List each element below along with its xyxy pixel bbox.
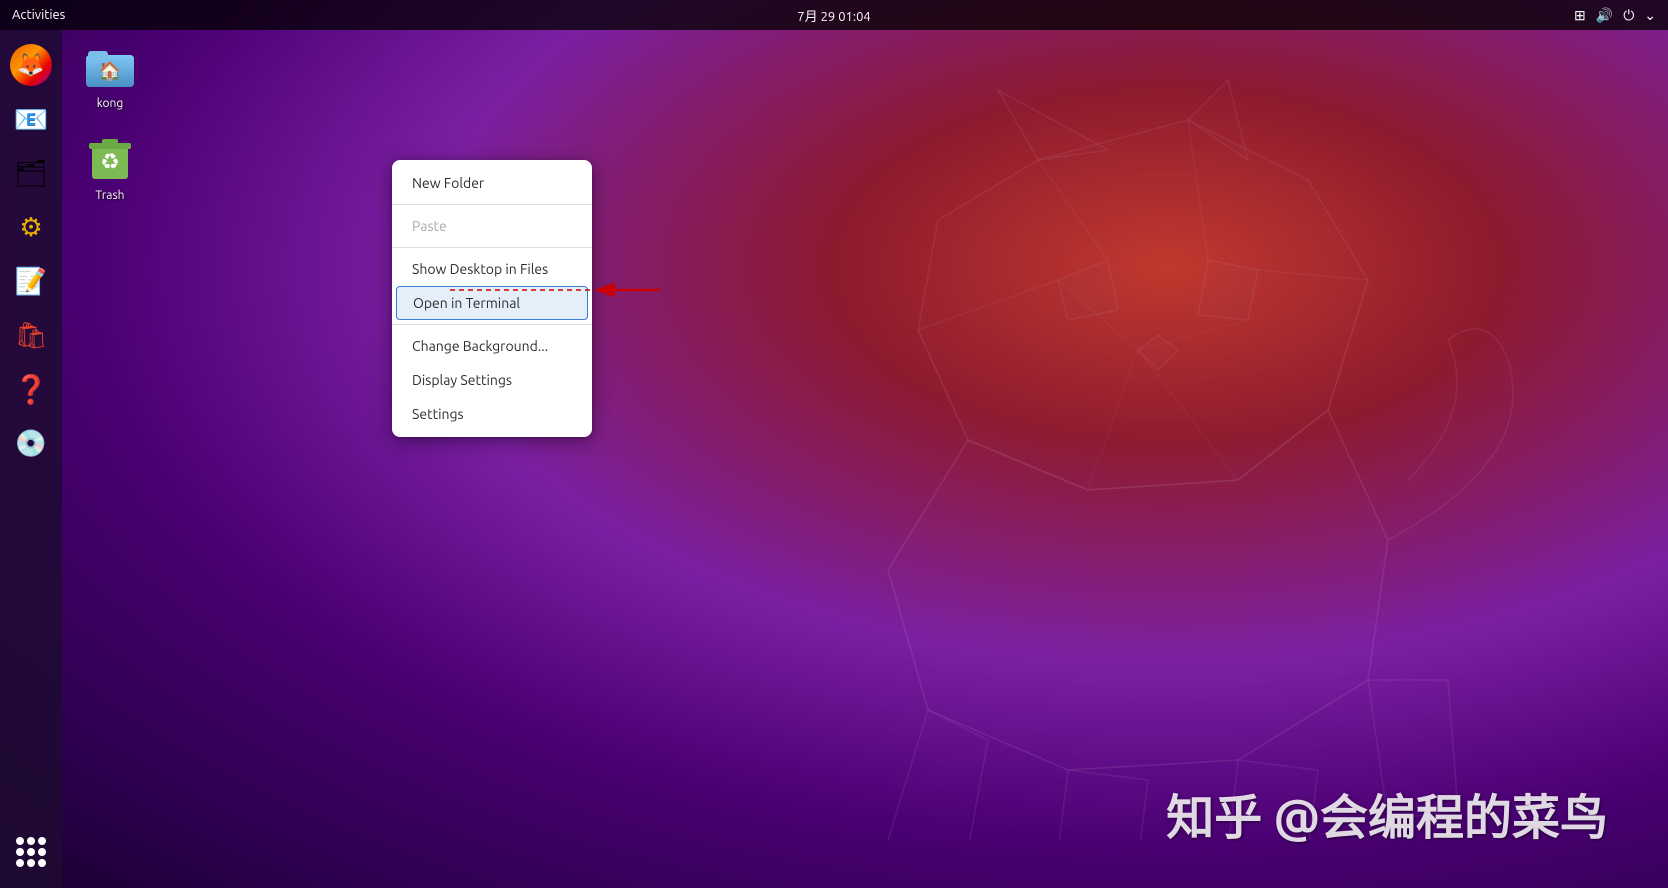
firefox-icon: 🦊 — [10, 44, 52, 86]
writer-icon: 📝 — [15, 266, 47, 297]
context-menu-settings[interactable]: Settings — [392, 397, 592, 431]
activities-button[interactable]: Activities — [12, 8, 65, 22]
context-menu-display-settings[interactable]: Display Settings — [392, 363, 592, 397]
topbar-datetime[interactable]: 7月 29 01:04 — [797, 6, 870, 25]
svg-text:🏠: 🏠 — [99, 61, 121, 81]
app-grid-button[interactable] — [9, 830, 53, 874]
email-icon: 📧 — [14, 103, 49, 136]
separator-3 — [392, 324, 592, 325]
volume-icon[interactable]: 🔊 — [1596, 7, 1613, 24]
svg-text:♻: ♻ — [100, 149, 120, 174]
home-folder-icon: 🏠 — [84, 40, 136, 92]
sidebar-item-help[interactable]: ❓ — [8, 366, 54, 412]
sound-icon: ⚙ — [19, 212, 42, 243]
sidebar-item-writer[interactable]: 📝 — [8, 258, 54, 304]
grid-dots-icon — [16, 837, 46, 867]
trash-label: Trash — [95, 188, 124, 204]
change-background-label: Change Background... — [412, 338, 548, 354]
new-folder-label: New Folder — [412, 175, 484, 191]
desktop-icon-kong[interactable]: 🏠 kong — [70, 40, 150, 112]
sidebar-item-firefox[interactable]: 🦊 — [8, 42, 54, 88]
separator-2 — [392, 247, 592, 248]
paste-label: Paste — [412, 218, 447, 234]
dvd-icon: 💿 — [15, 428, 47, 459]
desktop-icon-trash[interactable]: ♻ Trash — [70, 132, 150, 204]
sidebar-item-appstore[interactable]: 🛍 — [8, 312, 54, 358]
topbar-left: Activities — [12, 8, 65, 22]
context-menu: New Folder Paste Show Desktop in Files O… — [392, 160, 592, 437]
desktop-icons: 🏠 kong ♻ Trash — [70, 40, 150, 223]
watermark-text: 知乎 @会编程的菜鸟 — [1166, 790, 1608, 844]
power-icon[interactable]: ⏻ — [1623, 7, 1634, 24]
sidebar-item-email[interactable]: 📧 — [8, 96, 54, 142]
context-menu-new-folder[interactable]: New Folder — [392, 166, 592, 200]
separator-1 — [392, 204, 592, 205]
help-icon: ❓ — [14, 373, 49, 406]
appstore-icon: 🛍 — [14, 320, 47, 351]
settings-label: Settings — [412, 406, 464, 422]
watermark: 知乎 @会编程的菜鸟 — [1166, 778, 1608, 848]
context-menu-change-background[interactable]: Change Background... — [392, 329, 592, 363]
context-menu-show-desktop[interactable]: Show Desktop in Files — [392, 252, 592, 286]
sidebar-item-sound[interactable]: ⚙ — [8, 204, 54, 250]
settings-dropdown-icon[interactable]: ⌄ — [1644, 7, 1656, 24]
kong-label: kong — [97, 96, 124, 112]
show-desktop-label: Show Desktop in Files — [412, 261, 548, 277]
context-menu-paste[interactable]: Paste — [392, 209, 592, 243]
context-menu-open-terminal[interactable]: Open in Terminal — [396, 286, 588, 320]
open-terminal-label: Open in Terminal — [413, 295, 520, 311]
display-settings-label: Display Settings — [412, 372, 512, 388]
sidebar: 🦊 📧 🗂 ⚙ 📝 🛍 ❓ 💿 — [0, 30, 62, 888]
cat-decoration — [688, 60, 1588, 840]
sidebar-item-dvd[interactable]: 💿 — [8, 420, 54, 466]
files-icon: 🗂 — [14, 158, 47, 189]
network-icon[interactable]: ⊞ — [1574, 7, 1586, 24]
topbar: Activities 7月 29 01:04 ⊞ 🔊 ⏻ ⌄ — [0, 0, 1668, 30]
topbar-right: ⊞ 🔊 ⏻ ⌄ — [1574, 7, 1656, 24]
sidebar-item-files[interactable]: 🗂 — [8, 150, 54, 196]
trash-icon: ♻ — [84, 132, 136, 184]
